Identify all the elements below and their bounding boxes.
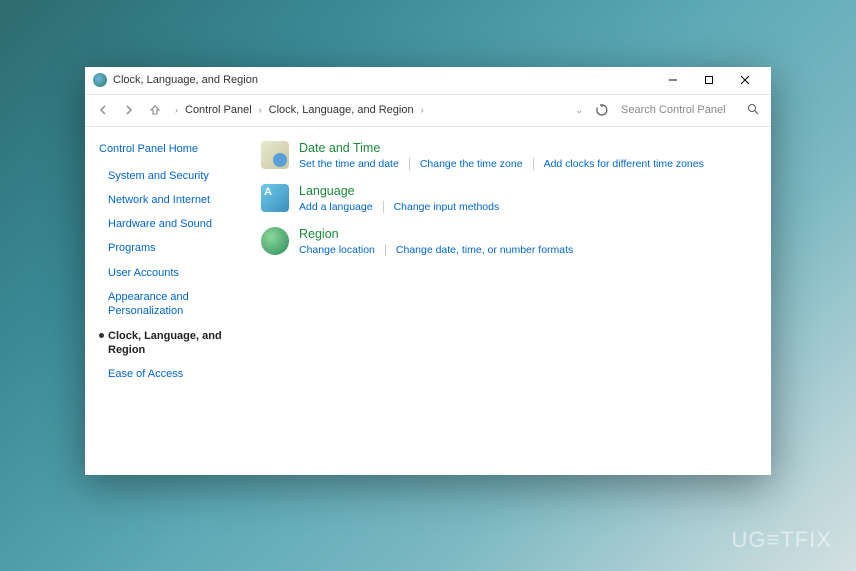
category-link[interactable]: Add a language [299,201,384,213]
category-links: Add a language Change input methods [299,201,755,213]
category-row: Date and Time Set the time and date Change… [261,141,755,170]
address-dropdown[interactable]: ⌄ [569,105,589,116]
category-links: Change location Change date, time, or num… [299,244,755,256]
back-button[interactable] [91,98,115,122]
sidebar-item[interactable]: Network and Internet [99,193,235,207]
search-input[interactable]: Search Control Panel [615,99,765,121]
body-area: Control Panel Home System and Security Ne… [85,127,771,475]
close-button[interactable] [727,67,763,93]
region-icon [261,227,289,255]
minimize-button[interactable] [655,67,691,93]
category-title-link[interactable]: Language [299,184,755,198]
breadcrumb-item[interactable]: Control Panel [182,102,255,118]
sidebar-item-label: Ease of Access [108,367,183,381]
search-icon [747,103,759,118]
category-title-link[interactable]: Date and Time [299,141,755,155]
up-button[interactable] [143,98,167,122]
bullet-icon [99,333,104,338]
sidebar-item-label: Clock, Language, and Region [108,329,235,358]
category-link[interactable]: Change the time zone [420,158,534,170]
breadcrumb[interactable]: › Control Panel › Clock, Language, and R… [169,99,567,121]
sidebar-item-label: Hardware and Sound [108,217,212,231]
language-icon [261,184,289,212]
datetime-icon [261,141,289,169]
search-placeholder: Search Control Panel [621,104,747,116]
refresh-button[interactable] [591,99,613,121]
sidebar-item-label: Programs [108,241,156,255]
category-row: Region Change location Change date, time, … [261,227,755,256]
category-link[interactable]: Change input methods [394,201,500,213]
category-body: Date and Time Set the time and date Change… [299,141,755,170]
sidebar-item[interactable]: User Accounts [99,266,235,280]
sidebar-item-label: Network and Internet [108,193,210,207]
nav-bar: › Control Panel › Clock, Language, and R… [85,95,771,127]
sidebar-item[interactable]: Hardware and Sound [99,217,235,231]
main-content: Date and Time Set the time and date Change… [245,127,771,475]
sidebar-item[interactable]: System and Security [99,169,235,183]
chevron-right-icon: › [257,105,264,115]
category-link[interactable]: Set the time and date [299,158,410,170]
sidebar-item[interactable]: Appearance and Personalization [99,290,235,319]
window-controls [655,67,763,93]
breadcrumb-item[interactable]: Clock, Language, and Region [266,102,417,118]
maximize-button[interactable] [691,67,727,93]
category-row: Language Add a language Change input metho… [261,184,755,213]
category-links: Set the time and date Change the time zon… [299,158,755,170]
sidebar-item-label: Appearance and Personalization [108,290,235,319]
sidebar-item[interactable]: Programs [99,241,235,255]
category-link[interactable]: Change location [299,244,386,256]
titlebar: Clock, Language, and Region [85,67,771,95]
app-icon [93,73,107,87]
sidebar-home-link[interactable]: Control Panel Home [99,143,235,155]
chevron-right-icon: › [419,105,426,115]
sidebar-item-label: User Accounts [108,266,179,280]
category-title-link[interactable]: Region [299,227,755,241]
sidebar: Control Panel Home System and Security Ne… [85,127,245,475]
watermark: UG≡TFIX [732,527,833,553]
forward-button[interactable] [117,98,141,122]
sidebar-item[interactable]: Ease of Access [99,367,235,381]
category-body: Region Change location Change date, time, … [299,227,755,256]
category-body: Language Add a language Change input metho… [299,184,755,213]
category-link[interactable]: Change date, time, or number formats [396,244,573,256]
sidebar-item-label: System and Security [108,169,209,183]
chevron-right-icon: › [173,105,180,115]
category-link[interactable]: Add clocks for different time zones [544,158,704,170]
window-title: Clock, Language, and Region [113,74,655,86]
sidebar-item[interactable]: Clock, Language, and Region [99,329,235,358]
control-panel-window: Clock, Language, and Region › Control Pa… [85,67,771,475]
